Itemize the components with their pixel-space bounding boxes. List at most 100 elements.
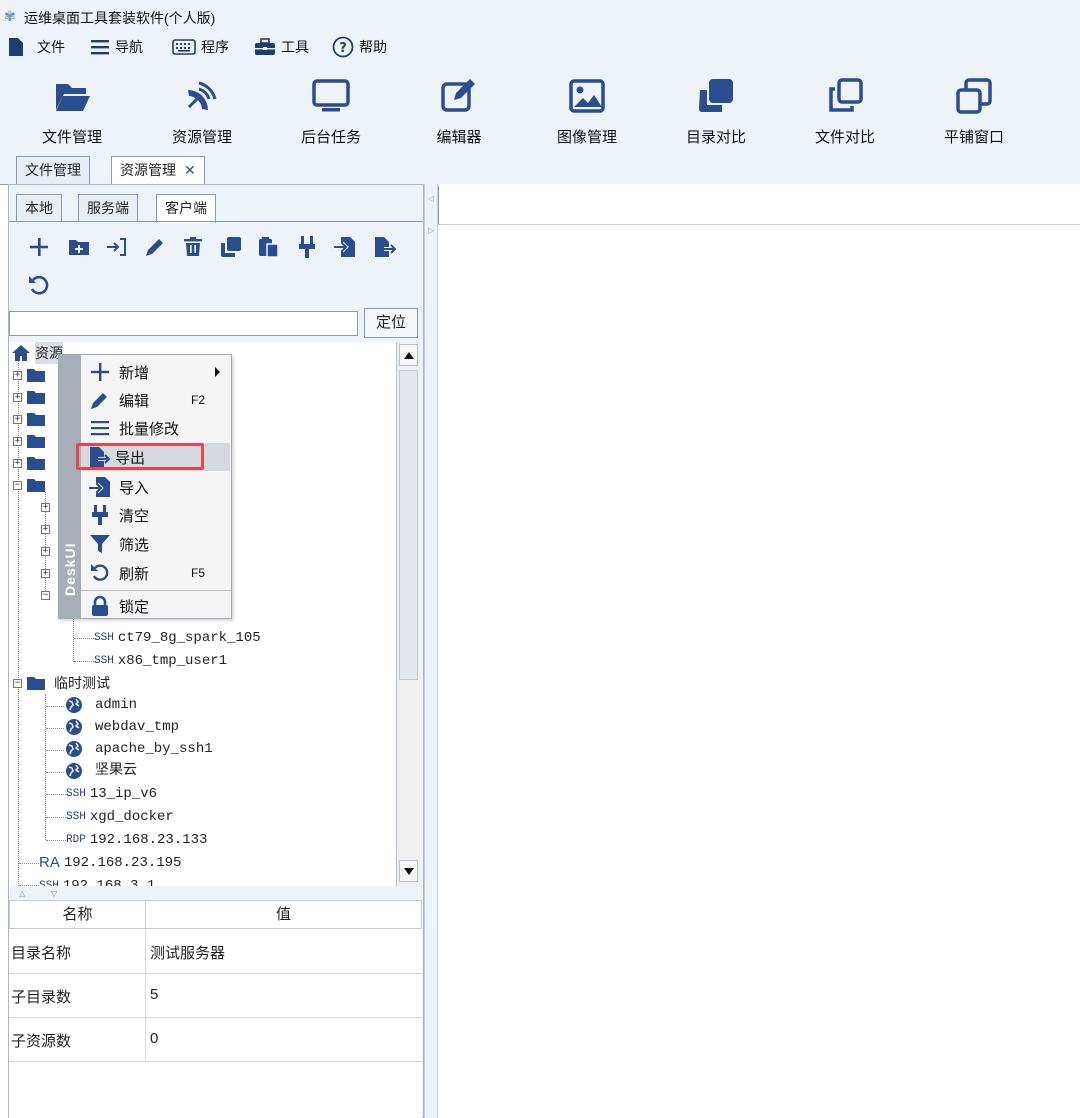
locate-button[interactable]: 定位 [364, 308, 418, 338]
tree-folder-expanded[interactable]: − 临时测试 [13, 672, 110, 694]
tree-folder-expanded[interactable]: − [13, 474, 46, 496]
menu-item-filter[interactable]: 筛选 [81, 530, 230, 558]
delete-button[interactable] [180, 234, 206, 260]
menu-item-batch-edit[interactable]: 批量修改 [81, 414, 230, 442]
copy-button[interactable] [218, 234, 244, 260]
column-header-name[interactable]: 名称 [9, 900, 146, 929]
folder-icon [27, 435, 45, 448]
menu-item-refresh[interactable]: 刷新 F5 [81, 559, 230, 587]
expand-icon[interactable]: + [13, 458, 22, 468]
expand-icon[interactable]: + [41, 546, 50, 556]
expand-icon[interactable]: + [13, 392, 22, 402]
expand-icon[interactable]: + [13, 370, 22, 380]
menu-help[interactable]: ? 帮助 [332, 36, 387, 58]
menu-item-clear[interactable]: 清空 [81, 501, 230, 529]
toolbar-image-manager[interactable]: 图像管理 [532, 70, 642, 150]
tree-leaf[interactable]: SSH 192.168.3.1 [39, 875, 155, 886]
tree-subfolder[interactable]: + [41, 540, 50, 562]
tree-subfolder[interactable]: + [41, 496, 50, 518]
refresh-button[interactable] [26, 272, 52, 298]
expand-icon[interactable]: + [41, 502, 50, 512]
tree-subfolder[interactable]: + [41, 562, 50, 584]
scroll-thumb[interactable] [399, 370, 418, 680]
close-tab-icon[interactable]: ✕ [184, 162, 196, 178]
toolbar-tile-windows[interactable]: 平铺窗口 [919, 70, 1029, 150]
expand-icon[interactable]: + [13, 414, 22, 424]
tab-local[interactable]: 本地 [16, 194, 62, 222]
tree-folder[interactable]: + [13, 364, 46, 386]
tree-guide [46, 728, 64, 729]
login-button[interactable] [104, 234, 130, 260]
toolbar-background-tasks[interactable]: 后台任务 [276, 70, 386, 150]
tree-leaf[interactable]: RA 192.168.23.195 [39, 852, 181, 874]
menu-bar: 文件 导航 程序 工具 ? 帮助 [0, 32, 1080, 62]
tree-guide [46, 840, 66, 841]
scroll-down-button[interactable] [399, 860, 418, 882]
tab-server[interactable]: 服务端 [78, 194, 138, 222]
brand-label: DeskUI [62, 542, 78, 596]
export-button[interactable] [372, 234, 398, 260]
collapse-right-icon[interactable]: ▷ [428, 226, 434, 235]
expand-icon[interactable]: + [41, 568, 50, 578]
tree-leaf[interactable]: apache_by_ssh1 [65, 738, 213, 760]
tree-subfolder[interactable]: + [41, 518, 50, 540]
tree-leaf[interactable]: admin [65, 694, 137, 716]
tree-folder[interactable]: + [13, 386, 46, 408]
menu-file[interactable]: 文件 [8, 36, 65, 58]
tab-resource-manager[interactable]: 资源管理 ✕ [111, 156, 205, 185]
search-input[interactable] [9, 311, 358, 336]
toolbar-label: 文件管理 [41, 129, 102, 146]
clear-button[interactable] [294, 234, 320, 260]
menu-item-edit[interactable]: 编辑 F2 [81, 386, 230, 414]
tree-leaf[interactable]: SSH ct79_8g_spark_105 [94, 627, 261, 649]
tree-leaf[interactable]: SSH x86_tmp_user1 [94, 650, 227, 672]
tree-folder[interactable]: + [13, 430, 46, 452]
add-folder-button[interactable] [66, 234, 92, 260]
vertical-splitter[interactable]: ◁ ▷ [424, 184, 438, 1118]
toolbar-resource-manager[interactable]: 资源管理 [147, 70, 257, 150]
tab-file-manager[interactable]: 文件管理 [16, 156, 90, 184]
toolbar-editor[interactable]: 编辑器 [404, 70, 514, 150]
tree-leaf[interactable]: webdav_tmp [65, 716, 179, 738]
tree-leaf[interactable]: 坚果云 [65, 760, 137, 782]
collapse-icon[interactable]: − [41, 590, 50, 600]
table-row[interactable]: 目录名称 测试服务器 [9, 929, 422, 974]
toolbar-file-manager[interactable]: 文件管理 [17, 70, 127, 150]
column-header-value[interactable]: 值 [145, 900, 422, 929]
menu-item-import[interactable]: 导入 [81, 473, 230, 501]
menu-program[interactable]: 程序 [172, 36, 229, 58]
tree-subfolder[interactable]: − [41, 584, 50, 606]
tree-leaf[interactable]: SSH xgd_docker [66, 806, 174, 828]
menu-tools[interactable]: 工具 [254, 36, 309, 58]
paste-button[interactable] [256, 234, 282, 260]
table-row[interactable]: 子目录数 5 [9, 974, 422, 1018]
expand-icon[interactable]: + [13, 436, 22, 446]
menu-item-add[interactable]: 新增 [81, 358, 230, 386]
collapse-icon[interactable]: − [13, 678, 22, 688]
panel-splitter[interactable]: △ ▽ [9, 886, 423, 900]
collapse-up-icon[interactable]: △ [19, 889, 25, 898]
collapse-icon[interactable]: − [13, 480, 22, 490]
expand-icon[interactable]: + [41, 524, 50, 534]
scroll-up-button[interactable] [399, 344, 418, 366]
tree-leaf[interactable]: SSH 13_ip_v6 [66, 783, 157, 805]
import-button[interactable] [332, 234, 358, 260]
edit-button[interactable] [142, 234, 168, 260]
toolbar-file-compare[interactable]: 文件对比 [790, 70, 900, 150]
tab-client[interactable]: 客户端 [156, 194, 216, 223]
menu-nav[interactable]: 导航 [90, 36, 143, 58]
tree-scrollbar[interactable] [396, 342, 420, 886]
tree-leaf[interactable]: RDP 192.168.23.133 [66, 829, 207, 851]
tree-folder[interactable]: + [13, 452, 46, 474]
menu-item-lock[interactable]: 锁定 [81, 592, 230, 620]
tree-folder[interactable]: + [13, 408, 46, 430]
toolbar-label: 文件对比 [814, 129, 875, 146]
tree-root[interactable]: 资源 [11, 342, 63, 364]
document-tabs: 文件管理 资源管理 ✕ [0, 154, 1080, 185]
toolbar-dir-compare[interactable]: 目录对比 [661, 70, 771, 150]
collapse-down-icon[interactable]: ▽ [51, 889, 57, 898]
add-button[interactable] [26, 234, 52, 260]
table-row[interactable]: 子资源数 0 [9, 1018, 422, 1062]
collapse-left-icon[interactable]: ◁ [428, 194, 434, 203]
menu-item-label: 筛选 [119, 536, 150, 554]
